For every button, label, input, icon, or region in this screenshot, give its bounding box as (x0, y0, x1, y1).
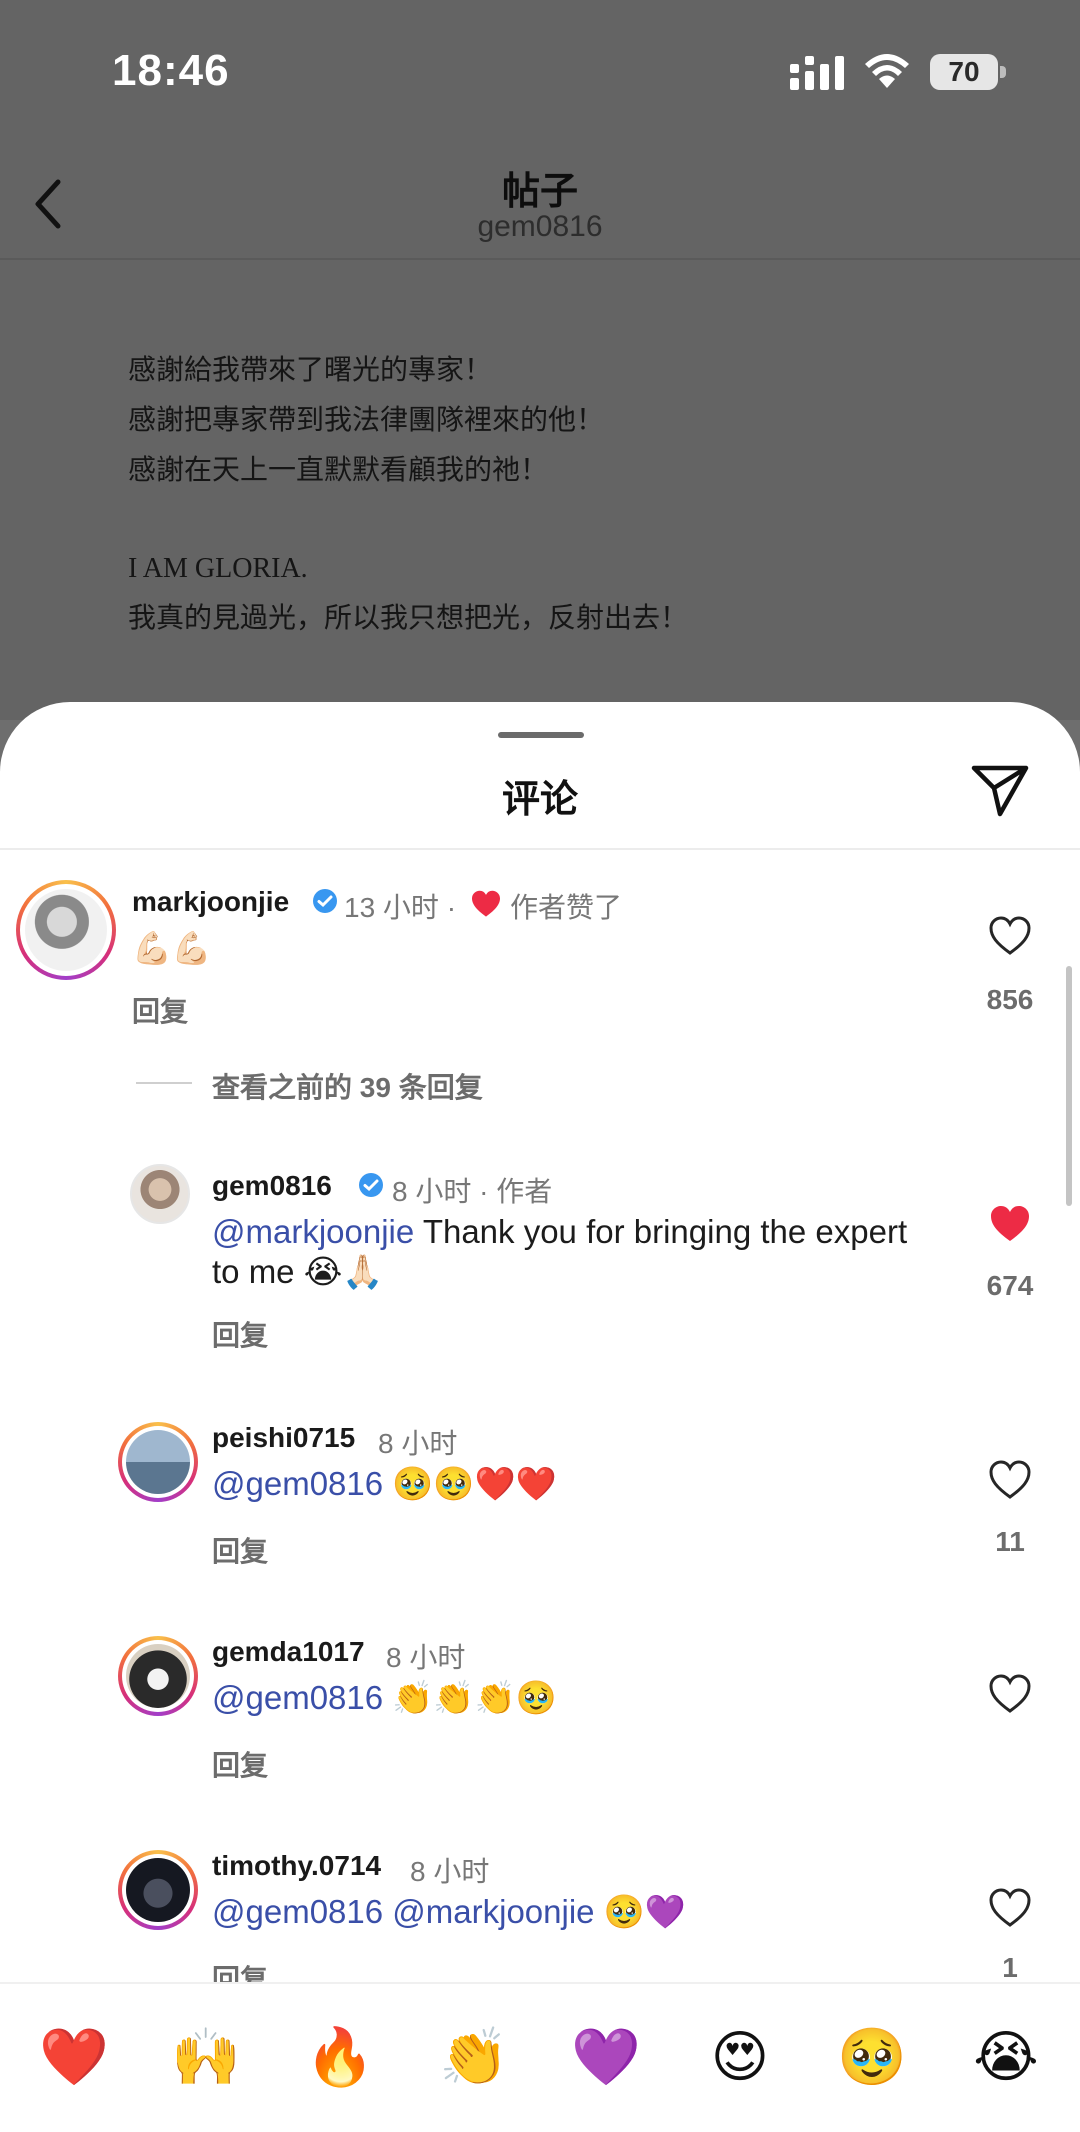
post-caption: 感謝給我帶來了曙光的專家！ 感謝把專家帶到我法律團隊裡來的他！ 感謝在天上一直默… (128, 346, 688, 644)
comment-text: @gem0816 👏👏👏🥹 (212, 1678, 912, 1718)
comment-time: 13 小时 · (344, 892, 457, 923)
comment-time: 8 小时 (386, 1642, 466, 1673)
comment-item: gem0816 8 小时 · 作者 @markjoonjie Thank you… (0, 1160, 1060, 1360)
heart-filled-icon[interactable] (988, 1204, 1032, 1244)
verified-badge-icon (359, 1173, 383, 1197)
divider (0, 848, 1080, 850)
like-count: 856 (986, 984, 1034, 1015)
reaction-fire-button[interactable]: 🔥 (300, 2018, 380, 2098)
comment-item: peishi0715 8 小时 @gem0816 🥹🥹❤️❤️ 回复 11 (0, 1418, 1060, 1578)
status-time: 18:46 (112, 46, 230, 95)
share-icon[interactable] (970, 762, 1030, 818)
mention-link[interactable]: @gem0816 @markjoonjie (212, 1893, 595, 1930)
mention-link[interactable]: @gem0816 (212, 1679, 383, 1716)
reply-button[interactable]: 回复 (212, 1744, 268, 1784)
avatar[interactable] (130, 1164, 190, 1224)
quick-reaction-bar: ❤️ 🙌 🔥 👏 💜 😍 🥹 😭 (0, 1982, 1080, 2132)
battery-level: 70 (948, 56, 980, 87)
reply-button[interactable]: 回复 (212, 1314, 268, 1354)
cellular-signal-icon (790, 56, 844, 90)
sheet-grabber[interactable] (498, 732, 584, 738)
comment-username[interactable]: gem0816 (212, 1170, 332, 1202)
reaction-raising-hands-button[interactable]: 🙌 (166, 2018, 246, 2098)
scrollbar[interactable] (1066, 966, 1072, 1206)
like-count: 674 (986, 1270, 1034, 1301)
post-backdrop: 18:46 70 帖子 gem0816 感謝給我帶來了曙光的專家！ 感謝把專家帶… (0, 0, 1080, 720)
caption-line: 感謝給我帶來了曙光的專家！ (128, 355, 493, 386)
like-icon[interactable] (988, 1674, 1032, 1714)
like-icon[interactable] (988, 916, 1032, 956)
avatar[interactable] (118, 1636, 198, 1716)
comment-body: 🥹🥹❤️❤️ (383, 1465, 557, 1502)
page-subtitle: gem0816 (477, 210, 603, 243)
comment-username[interactable]: markjoonjie (132, 886, 289, 918)
comment-username[interactable]: timothy.0714 (212, 1850, 381, 1882)
comment-username[interactable]: peishi0715 (212, 1422, 355, 1454)
caption-line: I AM GLORIA. (128, 553, 308, 584)
like-count: 11 (995, 1526, 1025, 1557)
comment-item: gemda1017 8 小时 @gem0816 👏👏👏🥹 回复 (0, 1632, 1060, 1792)
reaction-pleading-face-button[interactable]: 🥹 (832, 2018, 912, 2098)
comment-item: markjoonjie 13 小时 · 作者赞了 💪🏻💪🏻 回复 856 (0, 876, 1060, 1036)
like-icon[interactable] (988, 1460, 1032, 1500)
wifi-icon (865, 54, 909, 88)
battery-indicator: 70 (930, 54, 1006, 90)
reply-button[interactable]: 回复 (212, 1530, 268, 1570)
post-header: 帖子 gem0816 (0, 140, 1080, 260)
comment-username[interactable]: gemda1017 (212, 1636, 365, 1668)
comment-text: @markjoonjie Thank you for bringing the … (212, 1212, 912, 1292)
comment-text: @gem0816 🥹🥹❤️❤️ (212, 1464, 912, 1504)
page-title: 帖子 (501, 171, 578, 213)
reply-button[interactable]: 回复 (132, 990, 188, 1030)
comment-time: 8 小时 · 作者 (392, 1176, 553, 1207)
comment-text: 💪🏻💪🏻 (132, 929, 212, 967)
caption-line: 感謝把專家帶到我法律團隊裡來的他！ (128, 405, 605, 436)
divider (136, 1082, 192, 1084)
comment-text: @gem0816 @markjoonjie 🥹💜 (212, 1892, 952, 1932)
like-count: 1 (1002, 1952, 1018, 1983)
comment-time: 8 小时 (378, 1428, 458, 1459)
status-bar: 18:46 70 (0, 0, 1080, 140)
avatar[interactable] (16, 880, 116, 980)
author-heart-icon (472, 890, 500, 917)
view-previous-replies-button[interactable]: 查看之前的 39 条回复 (212, 1066, 483, 1106)
avatar[interactable] (118, 1850, 198, 1930)
mention-link[interactable]: @markjoonjie (212, 1213, 414, 1250)
mention-link[interactable]: @gem0816 (212, 1465, 383, 1502)
reaction-heart-eyes-button[interactable]: 😍 (700, 2018, 780, 2098)
caption-line: 我真的見過光，所以我只想把光，反射出去！ (128, 603, 689, 634)
reaction-red-heart-button[interactable]: ❤️ (34, 2018, 114, 2098)
comment-time: 8 小时 (410, 1856, 490, 1887)
author-liked-label: 作者赞了 (510, 892, 623, 923)
sheet-title: 评论 (501, 779, 578, 821)
comment-body: 👏👏👏🥹 (383, 1679, 557, 1716)
reaction-clapping-button[interactable]: 👏 (434, 2018, 514, 2098)
caption-line: 感謝在天上一直默默看顧我的祂！ (128, 455, 549, 486)
comment-body: 🥹💜 (594, 1893, 686, 1930)
verified-badge-icon (313, 889, 337, 913)
like-icon[interactable] (988, 1888, 1032, 1928)
reaction-crying-face-button[interactable]: 😭 (966, 2018, 1046, 2098)
comment-item: timothy.0714 8 小时 @gem0816 @markjoonjie … (0, 1846, 1060, 1995)
avatar[interactable] (118, 1422, 198, 1502)
reaction-purple-heart-button[interactable]: 💜 (566, 2018, 646, 2098)
